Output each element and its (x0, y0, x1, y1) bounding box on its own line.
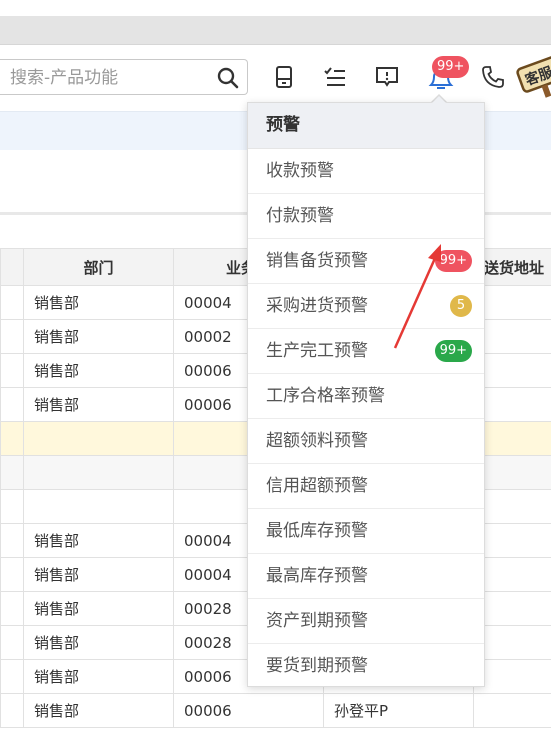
dropdown-item-label: 资产到期预警 (266, 611, 368, 631)
cell-delivery-address[interactable] (473, 455, 551, 490)
row-select-cell[interactable] (0, 625, 24, 660)
row-select-cell[interactable] (0, 455, 24, 490)
cell-dept[interactable] (23, 489, 174, 524)
column-header-delivery-address[interactable]: 送货地址 (473, 248, 551, 286)
dropdown-item-label: 最高库存预警 (266, 566, 368, 586)
cell-salesperson-code[interactable]: 00006 (173, 693, 324, 728)
cell-salesperson-name[interactable]: 孙登平P (323, 693, 474, 728)
row-select-cell[interactable] (0, 489, 24, 524)
column-header-dept[interactable]: 部门 (23, 248, 174, 286)
dropdown-item-label: 信用超额预警 (266, 476, 368, 496)
count-badge: 5 (450, 295, 472, 317)
row-select-cell[interactable] (0, 285, 24, 320)
dropdown-item-label: 收款预警 (266, 161, 334, 181)
cell-delivery-address[interactable] (473, 387, 551, 422)
count-badge: 99+ (434, 250, 472, 272)
dropdown-item-label: 要货到期预警 (266, 656, 368, 676)
dropdown-item[interactable]: 采购进货预警 5 (248, 284, 484, 329)
dropdown-title: 预警 (248, 103, 484, 149)
dropdown-item[interactable]: 超额领料预警 (248, 419, 484, 464)
dropdown-item[interactable]: 最高库存预警 (248, 554, 484, 599)
cell-dept[interactable]: 销售部 (23, 523, 174, 558)
dropdown-item[interactable]: 销售备货预警 99+ (248, 239, 484, 284)
warning-dropdown: 预警 收款预警付款预警销售备货预警 99+ 采购进货预警 5 生产完工预警 99+ 工序合格… (247, 102, 485, 687)
cell-dept[interactable]: 销售部 (23, 353, 174, 388)
checklist-icon[interactable] (323, 65, 347, 89)
cell-dept[interactable]: 销售部 (23, 625, 174, 660)
cell-dept[interactable] (23, 421, 174, 456)
dropdown-item-label: 付款预警 (266, 206, 334, 226)
row-select-cell[interactable] (0, 319, 24, 354)
cell-delivery-address[interactable] (473, 421, 551, 456)
search-box[interactable] (0, 59, 248, 95)
notification-badge: 99+ (432, 56, 470, 78)
cell-dept[interactable]: 销售部 (23, 387, 174, 422)
cell-delivery-address[interactable] (473, 319, 551, 354)
dropdown-item-label: 工序合格率预警 (266, 386, 385, 406)
dropdown-item[interactable]: 收款预警 (248, 149, 484, 194)
row-select-cell[interactable] (0, 591, 24, 626)
customer-service-avatar[interactable]: 客服 (516, 52, 551, 100)
cell-dept[interactable]: 销售部 (23, 285, 174, 320)
dropdown-item[interactable]: 最低库存预警 (248, 509, 484, 554)
cell-delivery-address[interactable] (473, 659, 551, 694)
calculator-icon[interactable] (272, 65, 296, 89)
cell-delivery-address[interactable] (473, 625, 551, 660)
dropdown-item-label: 生产完工预警 (266, 341, 368, 361)
column-header[interactable] (0, 248, 24, 286)
dropdown-item-label: 销售备货预警 (266, 251, 368, 271)
phone-icon[interactable] (481, 65, 505, 89)
dropdown-item-label: 超额领料预警 (266, 431, 368, 451)
dropdown-item-label: 最低库存预警 (266, 521, 368, 541)
cell-dept[interactable]: 销售部 (23, 591, 174, 626)
search-input[interactable] (8, 66, 212, 90)
dropdown-item[interactable]: 要货到期预警 (248, 644, 484, 689)
dropdown-item[interactable]: 信用超额预警 (248, 464, 484, 509)
table-row[interactable]: 销售部00006孙登平P (0, 693, 551, 728)
cell-delivery-address[interactable] (473, 523, 551, 558)
cell-delivery-address[interactable] (473, 489, 551, 524)
dropdown-caret-inner (431, 96, 447, 104)
window-top-bar (0, 16, 551, 45)
cell-delivery-address[interactable] (473, 693, 551, 728)
cell-dept[interactable]: 销售部 (23, 659, 174, 694)
cell-dept[interactable]: 销售部 (23, 319, 174, 354)
cell-dept[interactable]: 销售部 (23, 557, 174, 592)
dropdown-item[interactable]: 生产完工预警 99+ (248, 329, 484, 374)
search-icon[interactable] (217, 67, 239, 93)
dropdown-item[interactable]: 付款预警 (248, 194, 484, 239)
row-select-cell[interactable] (0, 659, 24, 694)
top-strip (0, 0, 551, 16)
dropdown-item-label: 采购进货预警 (266, 296, 368, 316)
dropdown-item[interactable]: 资产到期预警 (248, 599, 484, 644)
cell-dept[interactable] (23, 455, 174, 490)
cell-delivery-address[interactable] (473, 591, 551, 626)
row-select-cell[interactable] (0, 693, 24, 728)
count-badge: 99+ (434, 340, 472, 362)
row-select-cell[interactable] (0, 387, 24, 422)
cell-delivery-address[interactable] (473, 285, 551, 320)
row-select-cell[interactable] (0, 557, 24, 592)
row-select-cell[interactable] (0, 523, 24, 558)
message-icon[interactable] (375, 65, 399, 89)
cell-delivery-address[interactable] (473, 353, 551, 388)
row-select-cell[interactable] (0, 353, 24, 388)
cell-dept[interactable]: 销售部 (23, 693, 174, 728)
dropdown-item[interactable]: 工序合格率预警 (248, 374, 484, 419)
row-select-cell[interactable] (0, 421, 24, 456)
cell-delivery-address[interactable] (473, 557, 551, 592)
